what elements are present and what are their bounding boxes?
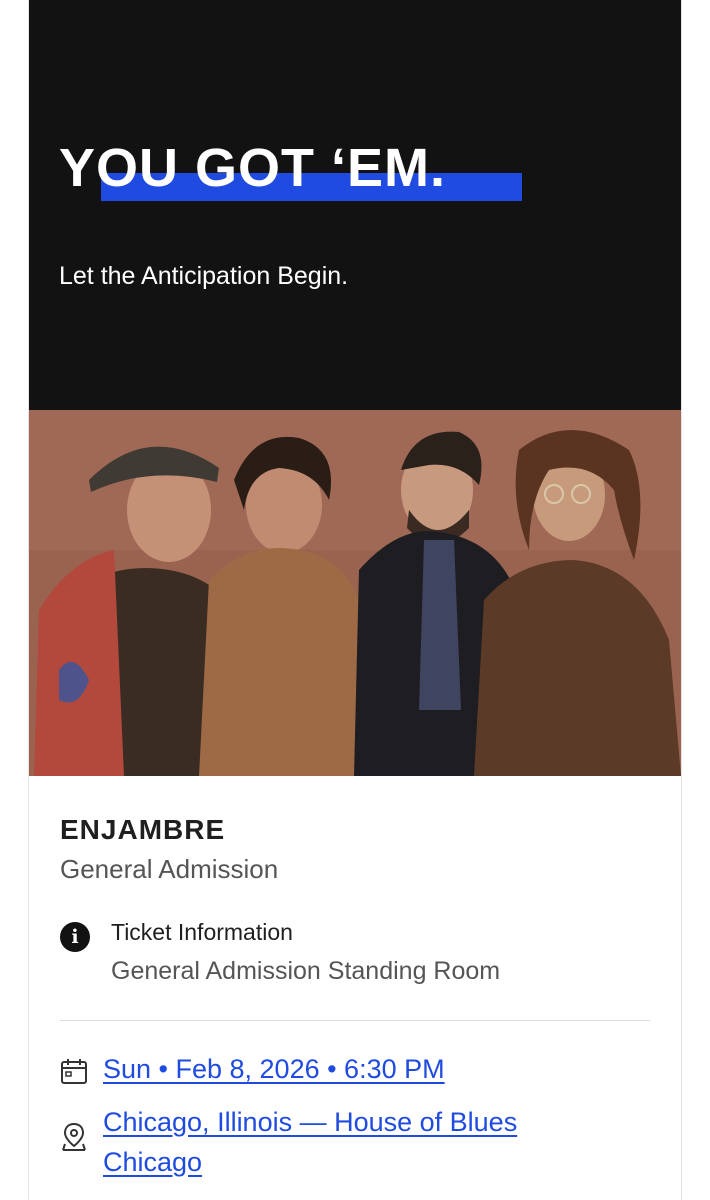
divider [60, 1020, 650, 1021]
event-date-link[interactable]: Sun • Feb 8, 2026 • 6:30 PM [103, 1054, 445, 1085]
band-photo-illustration [29, 410, 681, 776]
event-location-link[interactable]: Chicago, Illinois — House of Blues Chica… [103, 1102, 623, 1182]
page-title: YOU GOT ‘EM. [59, 138, 447, 198]
location-pin-icon [60, 1122, 88, 1157]
frame-border-right [681, 0, 682, 1200]
admission-type: General Admission [60, 854, 279, 884]
headline-block: YOU GOT ‘EM. [59, 138, 522, 201]
confirmation-hero: YOU GOT ‘EM. Let the Anticipation Begin. [29, 0, 681, 410]
ticket-information-value: General Admission Standing Room [111, 957, 501, 985]
info-icon: i [60, 922, 90, 952]
calendar-icon [60, 1057, 88, 1090]
ticket-details-card: ENJAMBRE General Admission i Ticket Info… [29, 776, 681, 1200]
ticket-information-label: Ticket Information [111, 919, 293, 945]
event-name: ENJAMBRE [60, 814, 226, 845]
event-photo [29, 410, 681, 776]
hero-subtitle: Let the Anticipation Begin. [59, 262, 349, 290]
